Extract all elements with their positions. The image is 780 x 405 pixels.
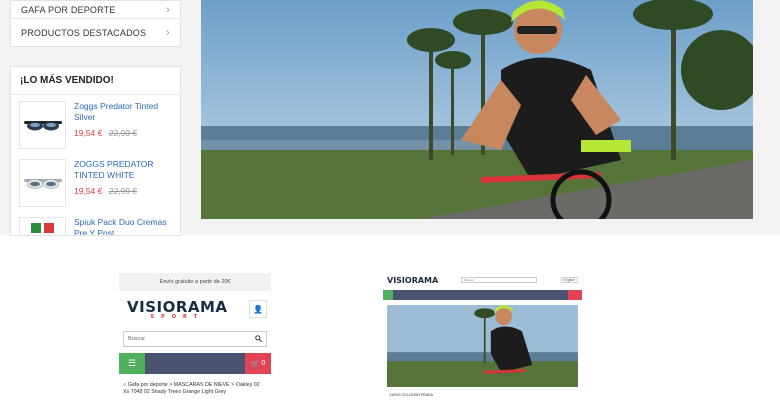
cyclist-thumbnail <box>387 305 578 387</box>
product-price: 19,54 € <box>74 128 103 138</box>
home-icon[interactable]: ⌂ <box>123 382 126 388</box>
breadcrumb: ⌂ Gafa por deporte > MASCARAS DE NIEVE >… <box>119 382 271 396</box>
category-list: GAFA POR DEPORTE › PRODUCTOS DESTACADOS … <box>10 0 181 47</box>
product-price: 19,54 € <box>74 186 103 196</box>
breadcrumb-text[interactable]: Gafa por deporte > MASCARAS DE NIEVE > O… <box>123 382 260 395</box>
mini-logo[interactable]: VISIORAMA <box>387 276 438 285</box>
chevron-right-icon: › <box>166 26 170 39</box>
product-item[interactable]: Spiuk Pack Duo Cremas Pre Y Post <box>11 211 180 235</box>
mini-navbar <box>383 290 582 300</box>
search-input[interactable]: Buscar <box>123 331 267 347</box>
product-thumbnail[interactable] <box>19 159 66 207</box>
cream-icon <box>30 223 54 235</box>
search-placeholder: Buscar <box>128 336 146 342</box>
best-sellers-panel: ¡LO MÁS VENDIDO! Zoggs Predator Tinted S… <box>10 66 181 236</box>
user-icon: 👤 <box>253 304 263 314</box>
top-section: GAFA POR DEPORTE › PRODUCTOS DESTACADOS … <box>0 0 780 236</box>
desktop-preview: VISIORAMA Buscar English GAFAS OCLUSIÓN … <box>383 272 582 402</box>
mini-caption: GAFAS OCLUSIÓN PRADA <box>387 389 578 399</box>
category-label: GAFA POR DEPORTE <box>21 4 116 15</box>
site-logo[interactable]: VISIORAMA SPORT <box>127 298 228 320</box>
product-item[interactable]: Zoggs Predator Tinted Silver 19,54 € 22,… <box>11 95 180 153</box>
category-label: PRODUCTOS DESTACADOS <box>21 27 147 38</box>
mini-cart-button[interactable] <box>568 290 582 300</box>
mini-hero-image[interactable] <box>387 305 578 387</box>
product-thumbnail[interactable] <box>19 101 66 149</box>
language-select[interactable]: English <box>560 277 578 283</box>
product-item[interactable]: ZOGGS PREDATOR TINTED WHITE 19,54 € 22,9… <box>11 153 180 211</box>
product-old-price: 22,99 € <box>108 186 138 196</box>
category-item-gafa-por-deporte[interactable]: GAFA POR DEPORTE › <box>11 1 180 19</box>
goggles-icon <box>23 179 62 189</box>
hamburger-icon: ☰ <box>127 358 137 368</box>
product-name-link[interactable]: ZOGGS PREDATOR TINTED WHITE <box>74 159 172 181</box>
chevron-right-icon: › <box>166 3 170 16</box>
cyclist-photo <box>201 0 753 219</box>
product-name-link[interactable]: Zoggs Predator Tinted Silver <box>74 101 172 123</box>
search-icon <box>255 334 262 344</box>
product-name-link[interactable]: Spiuk Pack Duo Cremas Pre Y Post <box>74 217 172 235</box>
menu-button[interactable]: ☰ <box>119 353 145 374</box>
cart-count: 0 <box>261 360 266 367</box>
mini-search-input[interactable]: Buscar <box>461 277 538 283</box>
goggles-icon <box>23 121 62 131</box>
category-item-productos-destacados[interactable]: PRODUCTOS DESTACADOS › <box>11 19 180 46</box>
cart-icon: 🛒 <box>250 360 260 368</box>
best-sellers-title: ¡LO MÁS VENDIDO! <box>11 67 180 95</box>
product-old-price: 22,99 € <box>108 128 138 138</box>
mobile-navbar: ☰ 🛒 0 <box>119 353 271 374</box>
shipping-notice: Envío gratuito a partir de 20€ <box>119 273 271 291</box>
product-thumbnail[interactable] <box>19 217 66 235</box>
hero-banner-image[interactable] <box>201 0 753 219</box>
mini-menu-button[interactable] <box>383 290 393 300</box>
cart-button[interactable]: 🛒 0 <box>245 353 271 374</box>
mobile-preview: Envío gratuito a partir de 20€ VISIORAMA… <box>119 273 271 396</box>
category-sidebar: GAFA POR DEPORTE › PRODUCTOS DESTACADOS … <box>10 0 181 47</box>
user-account-button[interactable]: 👤 <box>249 300 267 318</box>
